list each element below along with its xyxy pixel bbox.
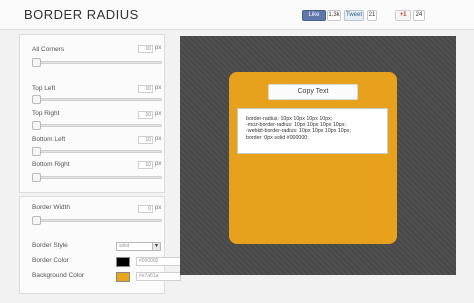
css-line: border: 0px solid #000000; [246,134,309,141]
facebook-like-label: Like [308,12,320,18]
bottom-left-input[interactable]: 10 [138,136,153,144]
copy-text-button[interactable]: Copy Text [268,84,358,100]
border-controls-panel: Border Width 0 px Border Style solid ▼ B… [19,196,181,294]
bottom-right-slider-handle[interactable] [32,173,41,182]
bottom-right-label: Bottom Right [32,161,70,168]
page-title: BORDER RADIUS [24,7,139,22]
top-right-slider-handle[interactable] [32,121,41,130]
bottom-left-slider[interactable] [32,147,162,156]
top-left-slider-handle[interactable] [32,95,41,104]
top-right-input[interactable]: 10 [138,111,153,119]
top-left-input[interactable]: 10 [138,85,153,93]
google-plus-count-badge: 24 [413,10,425,21]
chevron-down-icon: ▼ [152,243,160,250]
header-bar: BORDER RADIUS Like 1,3k Tweet 21 +1 24 [0,0,474,30]
border-color-swatch[interactable] [116,257,130,267]
all-corners-slider-handle[interactable] [32,58,41,67]
bottom-right-slider[interactable] [32,173,162,182]
top-right-unit: px [155,111,162,117]
tweet-button[interactable]: Tweet [344,10,364,21]
all-corners-unit: px [155,45,162,51]
border-width-unit: px [155,205,162,211]
css-output-box[interactable]: border-radius: 10px 10px 10px 10px; -moz… [237,108,388,154]
border-style-value: solid [119,243,130,249]
facebook-count-badge: 1,3k [327,10,341,21]
border-width-slider-handle[interactable] [32,216,41,225]
top-left-unit: px [155,85,162,91]
facebook-like-button[interactable]: Like [302,10,326,21]
border-width-slider[interactable] [32,216,162,225]
border-width-input[interactable]: 0 [138,205,153,213]
bottom-left-unit: px [155,136,162,142]
all-corners-slider[interactable] [32,58,162,67]
corner-controls-panel: All Corners 10 px Top Left 10 px Top Rig… [19,34,165,193]
bottom-left-label: Bottom Left [32,136,66,143]
top-right-slider[interactable] [32,121,162,130]
all-corners-input[interactable]: 10 [138,45,153,53]
top-left-label: Top Left [32,85,56,92]
border-width-label: Border Width [32,204,70,211]
all-corners-label: All Corners [32,46,65,53]
top-left-slider[interactable] [32,95,162,104]
border-color-label: Border Color [32,257,69,264]
background-color-label: Background Color [32,272,85,279]
tweet-label: Tweet [345,12,362,18]
border-color-input[interactable]: #000000 [136,257,181,266]
google-plus-label: +1 [399,12,407,18]
bottom-right-input[interactable]: 10 [138,161,153,169]
border-style-label: Border Style [32,242,68,249]
tweet-count-badge: 21 [367,10,377,21]
background-color-swatch[interactable] [116,272,130,282]
top-right-label: Top Right [32,110,60,117]
background-color-input[interactable]: #e7a61a [136,272,181,281]
google-plus-button[interactable]: +1 [395,10,411,21]
bottom-right-unit: px [155,161,162,167]
border-style-select[interactable]: solid ▼ [116,242,161,251]
bottom-left-slider-handle[interactable] [32,147,41,156]
